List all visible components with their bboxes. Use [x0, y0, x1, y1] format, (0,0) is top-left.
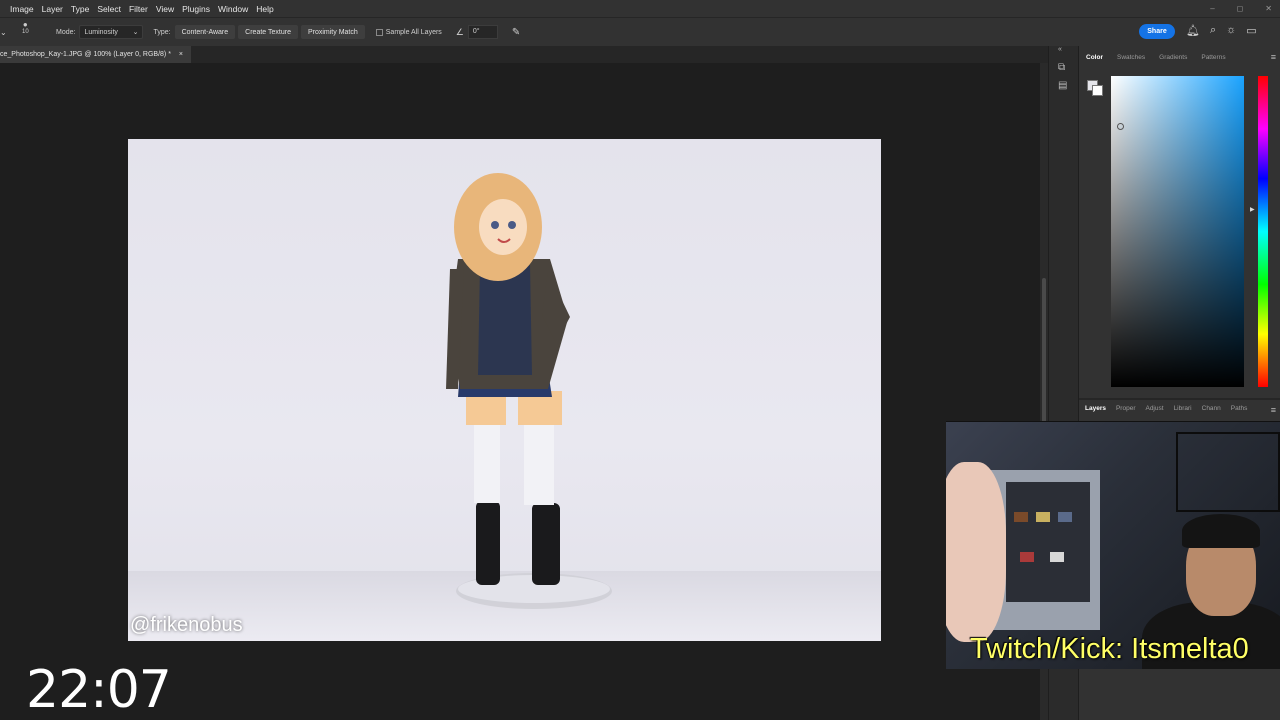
- shelf-item: [1058, 512, 1072, 522]
- collapse-panels-icon[interactable]: «: [1058, 46, 1062, 53]
- hue-slider[interactable]: [1258, 76, 1268, 387]
- document-tab-bar: ce_Photoshop_Kay-1.JPG @ 100% (Layer 0, …: [0, 46, 1048, 63]
- stream-clock: 22:07: [26, 660, 172, 720]
- tool-preset-chevron-icon[interactable]: ⌄: [0, 28, 7, 37]
- sample-all-layers-label: Sample All Layers: [385, 28, 442, 36]
- top-right-icons: 🔔︎ ⌕ ☼ ▭: [1186, 24, 1257, 37]
- tab-libraries[interactable]: Librari: [1168, 405, 1196, 419]
- tab-adjustments[interactable]: Adjust: [1139, 405, 1167, 419]
- minimize-icon[interactable]: –: [1210, 4, 1214, 13]
- tab-paths[interactable]: Paths: [1225, 405, 1252, 419]
- webcam-overlay: [946, 421, 1280, 669]
- menu-layer[interactable]: Layer: [38, 4, 67, 14]
- menu-view[interactable]: View: [152, 4, 178, 14]
- brush-size-value: 10: [22, 29, 29, 35]
- color-picker-cursor[interactable]: [1117, 123, 1124, 130]
- window-controls: – ◻ ✕: [1210, 0, 1272, 17]
- brush-dot-icon: ●: [22, 20, 28, 29]
- color-panel-menu-icon[interactable]: ≡: [1271, 52, 1276, 62]
- tab-swatches[interactable]: Swatches: [1110, 54, 1152, 68]
- layers-panel-tabs: Layers Proper Adjust Librari Chann Paths: [1079, 405, 1251, 419]
- mode-select[interactable]: Luminosity ⌄: [79, 25, 144, 39]
- background-color-swatch[interactable]: [1092, 85, 1103, 96]
- tab-patterns[interactable]: Patterns: [1194, 54, 1232, 68]
- menu-type[interactable]: Type: [67, 4, 93, 14]
- menu-filter[interactable]: Filter: [125, 4, 152, 14]
- webcam-caption: Twitch/Kick: Itsmelta0: [970, 633, 1249, 665]
- document-image[interactable]: @frikenobus: [128, 139, 881, 641]
- color-panel-tabs: Color Swatches Gradients Patterns: [1079, 54, 1233, 68]
- shelf-item: [1050, 552, 1064, 562]
- brush-size-picker[interactable]: ● 10: [22, 20, 29, 35]
- content-aware-button[interactable]: Content-Aware: [174, 25, 236, 39]
- properties-icon[interactable]: ▤: [1058, 80, 1067, 91]
- angle-input[interactable]: 0°: [467, 25, 498, 39]
- tab-color[interactable]: Color: [1079, 54, 1110, 68]
- menu-bar: Image Layer Type Select Filter View Plug…: [0, 0, 1280, 17]
- chevron-down-icon: ⌄: [132, 29, 139, 36]
- mode-label: Mode:: [56, 28, 76, 36]
- document-tab[interactable]: ce_Photoshop_Kay-1.JPG @ 100% (Layer 0, …: [0, 46, 192, 63]
- panel-divider[interactable]: [1079, 398, 1280, 400]
- search-icon[interactable]: ⌕: [1210, 24, 1216, 37]
- proximity-match-button[interactable]: Proximity Match: [300, 25, 365, 39]
- webcam-bed-frame: [1176, 432, 1280, 512]
- angle-icon: ∠: [455, 26, 464, 37]
- sample-all-layers-checkbox[interactable]: [375, 28, 383, 36]
- menu-help[interactable]: Help: [252, 4, 277, 14]
- close-tab-icon[interactable]: ×: [179, 51, 183, 58]
- mode-value: Luminosity: [84, 28, 118, 36]
- menu-window[interactable]: Window: [214, 4, 252, 14]
- shelf-item: [1020, 552, 1034, 562]
- menu-plugins[interactable]: Plugins: [178, 4, 214, 14]
- webcam-plush: [946, 462, 1006, 642]
- history-icon[interactable]: ⧉: [1058, 62, 1065, 73]
- layers-panel-menu-icon[interactable]: ≡: [1271, 405, 1276, 415]
- bell-icon[interactable]: 🔔︎: [1186, 24, 1200, 37]
- create-texture-button[interactable]: Create Texture: [238, 25, 298, 39]
- restore-icon[interactable]: ◻: [1237, 4, 1244, 13]
- figure-photo: [446, 173, 612, 609]
- shelf-item: [1036, 512, 1050, 522]
- tab-gradients[interactable]: Gradients: [1152, 54, 1194, 68]
- workspace-icon[interactable]: ▭: [1246, 24, 1256, 37]
- tab-properties[interactable]: Proper: [1110, 405, 1140, 419]
- photo-watermark: @frikenobus: [130, 614, 243, 636]
- pressure-pen-icon[interactable]: ✎: [512, 27, 520, 38]
- webcam-person-cap: [1182, 514, 1260, 548]
- menu-select[interactable]: Select: [93, 4, 125, 14]
- type-label: Type:: [153, 28, 171, 36]
- close-window-icon[interactable]: ✕: [1265, 4, 1272, 13]
- tab-layers[interactable]: Layers: [1079, 405, 1110, 419]
- share-button[interactable]: Share: [1139, 24, 1175, 39]
- color-picker-field[interactable]: [1111, 76, 1244, 387]
- document-title: ce_Photoshop_Kay-1.JPG @ 100% (Layer 0, …: [0, 51, 171, 58]
- shelf-item: [1014, 512, 1028, 522]
- menu-image[interactable]: Image: [6, 4, 38, 14]
- hue-slider-arrow-icon[interactable]: ▶: [1250, 206, 1255, 213]
- lightbulb-icon[interactable]: ☼: [1226, 24, 1236, 37]
- webcam-shelf: [1006, 482, 1090, 602]
- options-bar: ⌄ Mode: Luminosity ⌄ Type: Content-Aware…: [0, 17, 1280, 46]
- tab-channels[interactable]: Chann: [1196, 405, 1225, 419]
